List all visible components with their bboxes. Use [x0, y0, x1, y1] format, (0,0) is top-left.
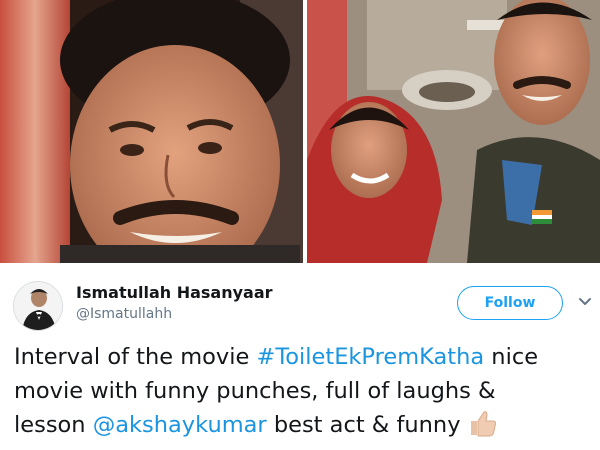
tweet-text-segment: lesson [14, 412, 93, 438]
mention-link[interactable]: @akshaykumar [93, 412, 267, 438]
tweet-text: Interval of the movie #ToiletEkPremKatha… [14, 340, 594, 442]
display-name[interactable]: Ismatullah Hasanyaar [76, 283, 273, 302]
tweet-photo-right[interactable] [307, 0, 600, 263]
tweet-line-1: Interval of the movie #ToiletEkPremKatha… [14, 340, 594, 374]
hashtag-link[interactable]: #ToiletEkPremKatha [256, 344, 484, 370]
tweet-line-2: movie with funny punches, full of laughs… [14, 378, 496, 404]
tweet-photo-left[interactable] [0, 0, 303, 263]
tweet-line-3: lesson @akshaykumar best act & funny [14, 408, 594, 442]
user-handle[interactable]: @Ismatullahh [76, 306, 172, 322]
follow-button[interactable]: Follow [457, 286, 563, 320]
avatar[interactable] [13, 281, 63, 331]
tweet-text-segment: best act & funny [266, 412, 461, 438]
avatar-image [14, 282, 62, 330]
tweet-text-segment: nice [484, 344, 539, 370]
tweet-text-segment: Interval of the movie [14, 344, 257, 370]
chevron-down-icon[interactable] [575, 291, 595, 311]
follow-button-label: Follow [484, 295, 536, 311]
thumbs-up-emoji-icon [467, 409, 497, 437]
